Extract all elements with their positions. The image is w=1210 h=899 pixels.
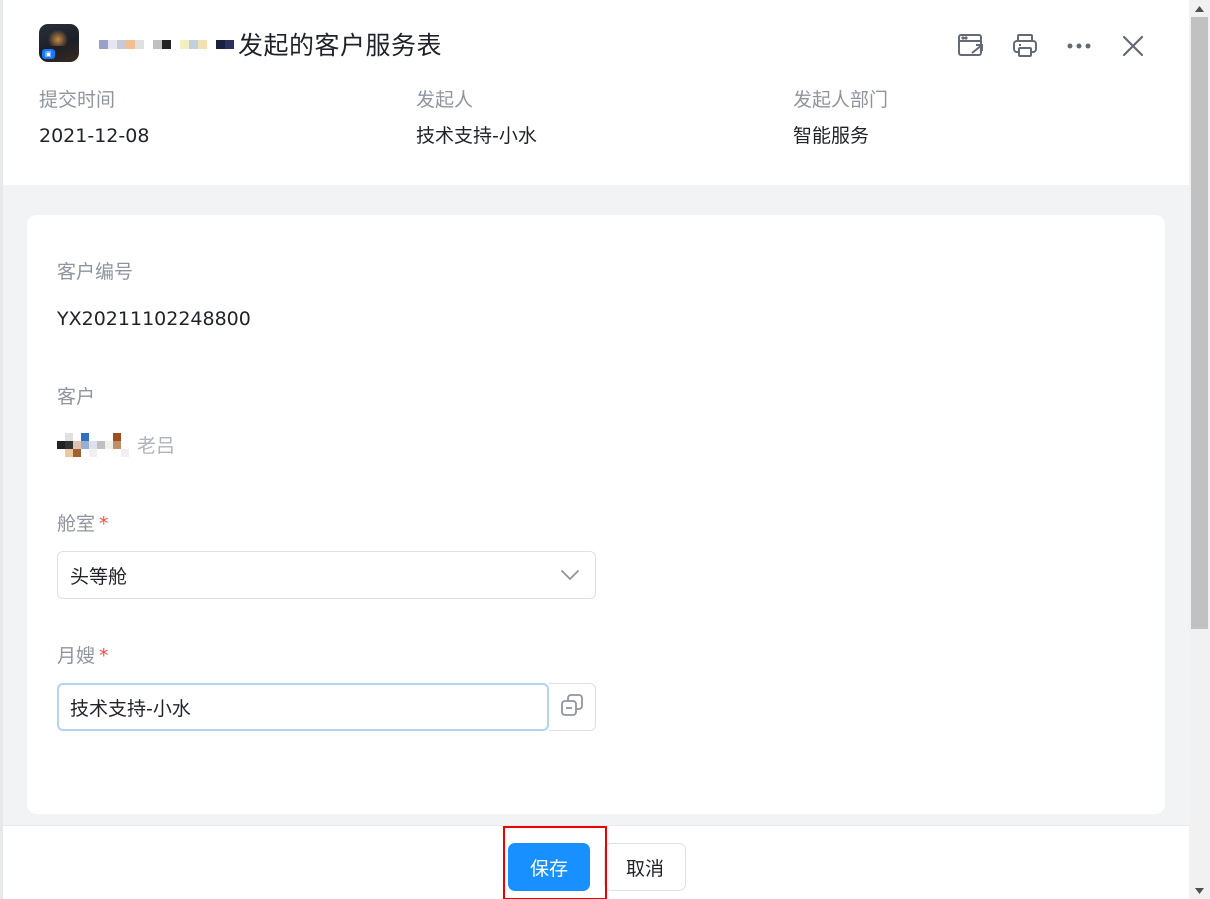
open-window-icon[interactable] xyxy=(953,28,989,64)
scroll-up-arrow-icon[interactable] xyxy=(1189,0,1210,17)
cabin-label: 舱室 * xyxy=(57,509,109,536)
cabin-label-text: 舱室 xyxy=(57,513,96,535)
avatar-badge: ▣ xyxy=(42,49,55,59)
required-mark: * xyxy=(99,645,109,667)
cancel-button[interactable]: 取消 xyxy=(604,843,686,891)
chevron-down-icon xyxy=(559,564,581,591)
meta-initiator: 发起人 技术支持-小水 xyxy=(416,86,537,150)
nanny-input[interactable]: 技术支持-小水 xyxy=(57,683,549,731)
meta-value: 2021-12-08 xyxy=(39,125,150,147)
dialog-window: ▣ 发起的客户服务表 提交时间 2021-12-08 发起人 技术支持-小水 发… xyxy=(0,0,1210,899)
redacted-name xyxy=(99,39,234,49)
app-avatar: ▣ xyxy=(39,24,79,62)
meta-department: 发起人部门 智能服务 xyxy=(793,86,888,150)
scrollbar[interactable] xyxy=(1189,0,1210,899)
meta-label: 发起人部门 xyxy=(793,89,889,111)
required-mark: * xyxy=(99,513,109,535)
footer-bar: 保存 取消 xyxy=(3,825,1189,899)
nanny-input-value: 技术支持-小水 xyxy=(70,697,191,720)
close-icon[interactable] xyxy=(1115,28,1151,64)
header-toolbar xyxy=(953,28,1151,64)
customer-value: 老吕 xyxy=(57,431,175,458)
customer-no-value: YX20211102248800 xyxy=(57,308,251,330)
more-icon[interactable] xyxy=(1061,28,1097,64)
meta-value: 智能服务 xyxy=(793,125,870,147)
cabin-select-value: 头等舱 xyxy=(70,565,128,588)
form-card: 客户编号 YX20211102248800 客户 老吕 舱室 * 头等舱 月嫂 * xyxy=(27,215,1165,814)
customer-no-label: 客户编号 xyxy=(57,261,134,283)
page-title: 发起的客户服务表 xyxy=(99,26,442,62)
meta-label: 发起人 xyxy=(416,89,474,111)
save-button[interactable]: 保存 xyxy=(508,843,590,891)
print-icon[interactable] xyxy=(1007,28,1043,64)
redacted-customer-name xyxy=(57,432,135,457)
customer-label: 客户 xyxy=(57,386,96,408)
copy-icon xyxy=(559,692,585,722)
meta-value: 技术支持-小水 xyxy=(416,125,537,147)
scroll-thumb[interactable] xyxy=(1191,17,1208,629)
header: ▣ 发起的客户服务表 提交时间 2021-12-08 发起人 技术支持-小水 发… xyxy=(3,0,1189,185)
nanny-label-text: 月嫂 xyxy=(57,645,96,667)
title-text: 发起的客户服务表 xyxy=(238,31,443,60)
meta-label: 提交时间 xyxy=(39,89,116,111)
scroll-down-arrow-icon[interactable] xyxy=(1189,882,1210,899)
nanny-label: 月嫂 * xyxy=(57,641,109,668)
cabin-select[interactable]: 头等舱 xyxy=(57,551,596,599)
customer-value-text: 老吕 xyxy=(137,435,176,457)
avatar-glow xyxy=(47,30,69,46)
member-picker-button[interactable] xyxy=(549,683,596,731)
meta-submit-time: 提交时间 2021-12-08 xyxy=(39,86,149,150)
